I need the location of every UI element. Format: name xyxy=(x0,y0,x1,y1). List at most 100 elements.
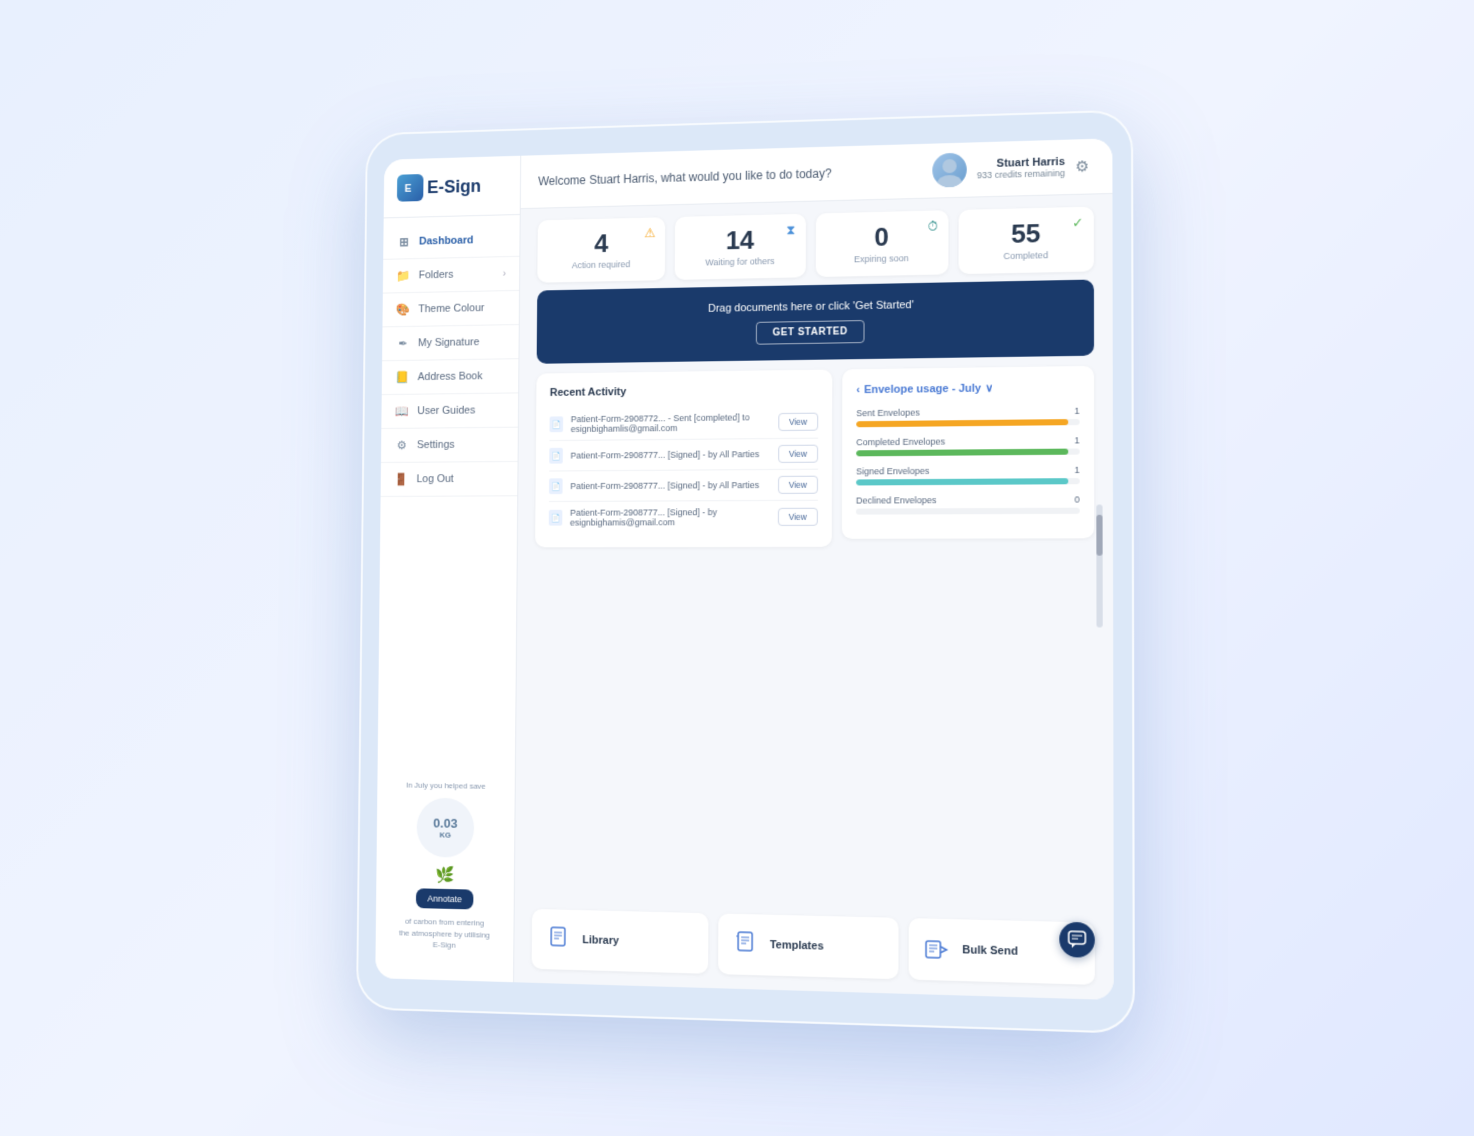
stat-number: 55 xyxy=(975,219,1078,248)
activity-text: Patient-Form-2908777... [Signed] - by es… xyxy=(570,507,770,528)
templates-label: Templates xyxy=(770,939,824,953)
view-button[interactable]: View xyxy=(778,413,818,431)
activity-item: 📄 Patient-Form-2908777... [Signed] - by … xyxy=(549,470,818,502)
bottom-panels: Recent Activity 📄 Patient-Form-2908772..… xyxy=(515,366,1114,923)
stat-action-required[interactable]: ⚠ 4 Action required xyxy=(537,217,665,283)
stat-completed[interactable]: ✓ 55 Completed xyxy=(958,207,1094,275)
doc-icon: 📄 xyxy=(549,478,563,494)
chevron-right-icon: › xyxy=(503,268,506,279)
main-content: Welcome Stuart Harris, what would you li… xyxy=(514,138,1114,1000)
app-name: E-Sign xyxy=(427,176,481,198)
envelope-title: ‹ Envelope usage - July ∨ xyxy=(856,381,993,396)
declined-label: Declined Envelopes xyxy=(856,495,936,505)
svg-text:E: E xyxy=(405,183,412,195)
stat-label: Action required xyxy=(553,259,650,271)
check-circle-icon: ✓ xyxy=(1072,215,1083,231)
envelope-signed-row: Signed Envelopes 1 xyxy=(856,465,1080,486)
nav-item-folders[interactable]: 📁 Folders › xyxy=(383,257,520,294)
library-card[interactable]: Library xyxy=(532,909,709,974)
stat-waiting-others[interactable]: ⧗ 14 Waiting for others xyxy=(675,214,806,280)
activity-item: 📄 Patient-Form-2908777... [Signed] - by … xyxy=(549,439,818,472)
nav-label: Theme Colour xyxy=(418,302,484,315)
chevron-left-icon[interactable]: ‹ xyxy=(856,384,860,396)
completed-label: Completed Envelopes xyxy=(856,436,945,447)
nav-label: Address Book xyxy=(418,370,483,383)
doc-icon: 📄 xyxy=(550,416,564,432)
annotate-button[interactable]: Annotate xyxy=(416,889,474,910)
nav-item-address-book[interactable]: 📒 Address Book xyxy=(382,359,519,395)
upload-area: Drag documents here or click 'Get Starte… xyxy=(537,280,1094,364)
envelope-title-text: Envelope usage - July xyxy=(864,382,981,396)
get-started-button[interactable]: GET STARTED xyxy=(756,320,865,345)
activity-text: Patient-Form-2908777... [Signed] - by Al… xyxy=(570,480,770,491)
avatar xyxy=(932,153,966,188)
envelope-header: ‹ Envelope usage - July ∨ xyxy=(856,380,1079,396)
completed-count: 1 xyxy=(1074,435,1079,445)
activity-item: 📄 Patient-Form-2908777... [Signed] - by … xyxy=(549,501,818,534)
view-button[interactable]: View xyxy=(778,476,818,494)
logo-area: E E-Sign xyxy=(384,171,520,218)
sent-bar-bg xyxy=(856,419,1079,427)
user-credits: 933 credits remaining xyxy=(977,168,1065,180)
nav-item-dashboard[interactable]: ⊞ Dashboard xyxy=(383,223,519,260)
logout-icon: 🚪 xyxy=(394,472,409,488)
stat-number: 4 xyxy=(553,229,650,257)
nav-item-settings[interactable]: ⚙ Settings xyxy=(381,428,518,463)
templates-icon xyxy=(732,930,760,959)
nav-label: Settings xyxy=(417,439,455,451)
envelope-sent-row: Sent Envelopes 1 xyxy=(856,406,1079,428)
carbon-widget: In July you helped save 0.03 KG 🌿 Annota… xyxy=(389,781,502,956)
welcome-text: Welcome Stuart Harris, what would you li… xyxy=(538,166,831,188)
chevron-down-icon[interactable]: ∨ xyxy=(985,381,993,394)
templates-card[interactable]: Templates xyxy=(718,913,899,979)
stat-expiring-soon[interactable]: ⏱ 0 Expiring soon xyxy=(815,210,948,277)
nav-label: Folders xyxy=(419,269,454,281)
nav-item-log-out[interactable]: 🚪 Log Out xyxy=(381,462,518,497)
stat-number: 14 xyxy=(691,226,790,254)
view-button[interactable]: View xyxy=(778,445,818,463)
doc-icon: 📄 xyxy=(549,510,563,526)
hourglass-icon: ⧗ xyxy=(786,222,795,238)
scrollbar-thumb[interactable] xyxy=(1096,515,1102,556)
quick-links: Library Templates xyxy=(514,908,1114,1000)
carbon-cloud: 0.03 KG xyxy=(416,798,474,858)
carbon-unit: KG xyxy=(433,831,457,841)
nav-label: User Guides xyxy=(417,405,475,417)
activity-text: Patient-Form-2908772... - Sent [complete… xyxy=(571,412,770,434)
bulk-send-label: Bulk Send xyxy=(962,944,1018,958)
upload-text: Drag documents here or click 'Get Starte… xyxy=(552,296,1077,318)
timer-icon: ⏱ xyxy=(928,218,938,234)
user-guides-icon: 📖 xyxy=(395,403,410,419)
chat-button[interactable] xyxy=(1059,922,1095,958)
view-button[interactable]: View xyxy=(778,508,818,526)
nav-item-my-signature[interactable]: ✒ My Signature xyxy=(382,325,519,361)
envelope-completed-row: Completed Envelopes 1 xyxy=(856,435,1080,456)
tree-icon: 🌿 xyxy=(435,865,454,885)
stats-row: ⚠ 4 Action required ⧗ 14 Waiting for oth… xyxy=(520,194,1113,291)
sent-count: 1 xyxy=(1074,406,1079,416)
settings-gear-icon[interactable]: ⚙ xyxy=(1075,157,1094,176)
signed-label: Signed Envelopes xyxy=(856,466,929,477)
declined-bar-bg xyxy=(856,508,1080,515)
dashboard-icon: ⊞ xyxy=(396,234,411,250)
stat-label: Completed xyxy=(975,249,1078,261)
app-logo[interactable]: E E-Sign xyxy=(397,172,507,202)
nav-label: Dashboard xyxy=(419,235,473,248)
scrollbar-track[interactable] xyxy=(1096,505,1102,628)
stat-label: Waiting for others xyxy=(691,256,790,268)
sent-label: Sent Envelopes xyxy=(856,408,920,419)
signed-bar xyxy=(856,478,1068,485)
sent-bar xyxy=(856,419,1068,427)
nav-item-theme-colour[interactable]: 🎨 Theme Colour xyxy=(382,291,519,327)
nav-item-user-guides[interactable]: 📖 User Guides xyxy=(381,393,518,429)
logo-icon: E xyxy=(397,174,424,202)
doc-icon: 📄 xyxy=(549,448,563,464)
completed-bar-bg xyxy=(856,449,1080,457)
envelope-declined-row: Declined Envelopes 0 xyxy=(856,494,1080,514)
activity-item: 📄 Patient-Form-2908772... - Sent [comple… xyxy=(549,406,818,441)
completed-bar xyxy=(856,449,1068,457)
settings-icon: ⚙ xyxy=(394,437,409,453)
user-area: Stuart Harris 933 credits remaining ⚙ xyxy=(932,149,1094,188)
recent-activity-card: Recent Activity 📄 Patient-Form-2908772..… xyxy=(535,369,832,547)
sidebar: E E-Sign ⊞ Dashboard 📁 Folders › 🎨 Theme… xyxy=(375,156,521,983)
